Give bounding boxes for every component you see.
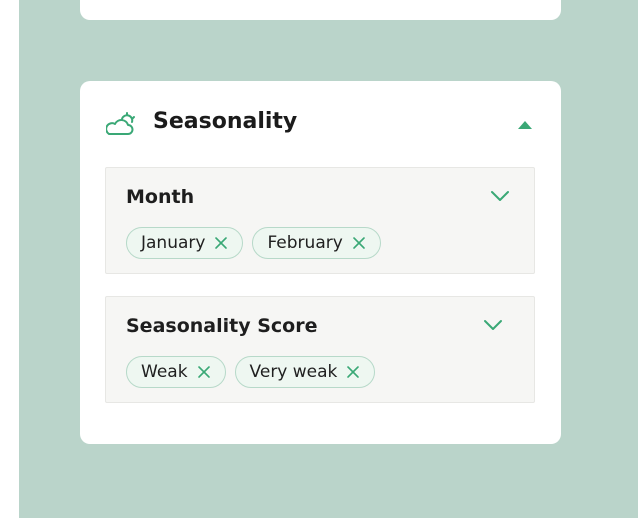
score-chip-list: Weak Very weak (126, 356, 376, 388)
month-filter-label: Month (126, 186, 195, 208)
section-title: Seasonality (153, 109, 298, 134)
seasonality-score-filter: Seasonality Score Weak Very weak (105, 296, 535, 403)
seasonality-card: Seasonality Month January February Seaso… (80, 81, 561, 444)
chip-label: January (141, 233, 206, 253)
chip-label: Weak (141, 362, 188, 382)
chevron-down-icon[interactable] (483, 319, 503, 331)
collapse-triangle-icon[interactable] (516, 119, 534, 131)
previous-card (80, 0, 561, 20)
cloud-sun-icon (106, 112, 135, 135)
seasonality-header[interactable]: Seasonality (80, 81, 561, 167)
chip-label: Very weak (249, 362, 338, 382)
chip-label: February (267, 233, 343, 253)
chip-weak: Weak (126, 356, 226, 388)
chip-january: January (126, 227, 244, 259)
remove-icon[interactable] (197, 365, 211, 379)
score-filter-label: Seasonality Score (126, 315, 318, 337)
remove-icon[interactable] (214, 236, 228, 250)
chevron-down-icon[interactable] (490, 190, 510, 202)
remove-icon[interactable] (346, 365, 360, 379)
chip-very-weak: Very weak (234, 356, 376, 388)
chip-february: February (252, 227, 381, 259)
remove-icon[interactable] (352, 236, 366, 250)
month-chip-list: January February (126, 227, 381, 259)
month-filter: Month January February (105, 167, 535, 274)
